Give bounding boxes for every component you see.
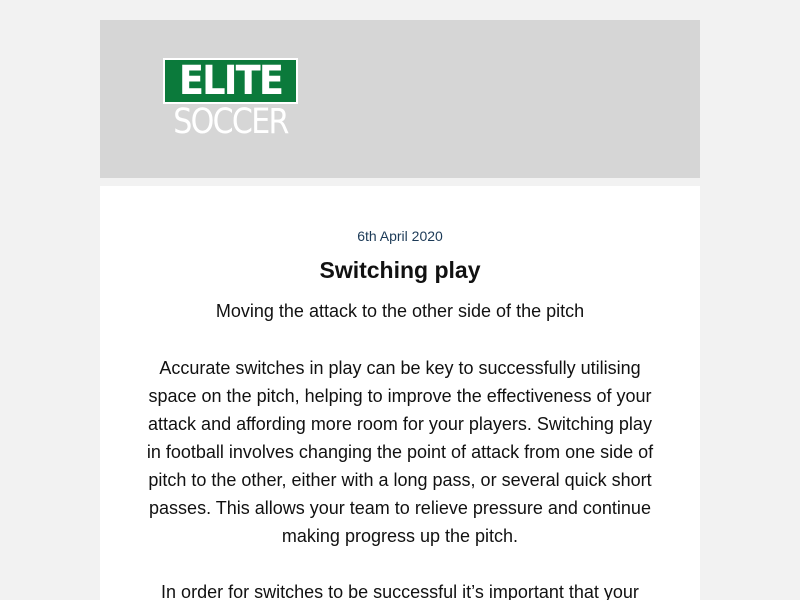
elite-soccer-logo[interactable]: ELITE SOCCER [163, 58, 298, 140]
article-title: Switching play [319, 257, 481, 283]
logo-elite-box: ELITE [163, 58, 298, 104]
article-date: 6th April 2020 [357, 228, 443, 244]
article-paragraph: In order for switches to be successful i… [161, 582, 639, 600]
article-card: 6th April 2020 Switching play Moving the… [100, 186, 700, 600]
article-subtitle: Moving the attack to the other side of t… [215, 301, 585, 321]
logo-soccer-text: SOCCER [173, 102, 289, 142]
header-banner: ELITE SOCCER [100, 20, 700, 178]
email-page: ELITE SOCCER 6th April 2020 Switching pl… [0, 0, 800, 600]
logo-elite-text: ELITE [178, 58, 284, 104]
article-paragraph: Accurate switches in play can be key to … [146, 358, 654, 546]
